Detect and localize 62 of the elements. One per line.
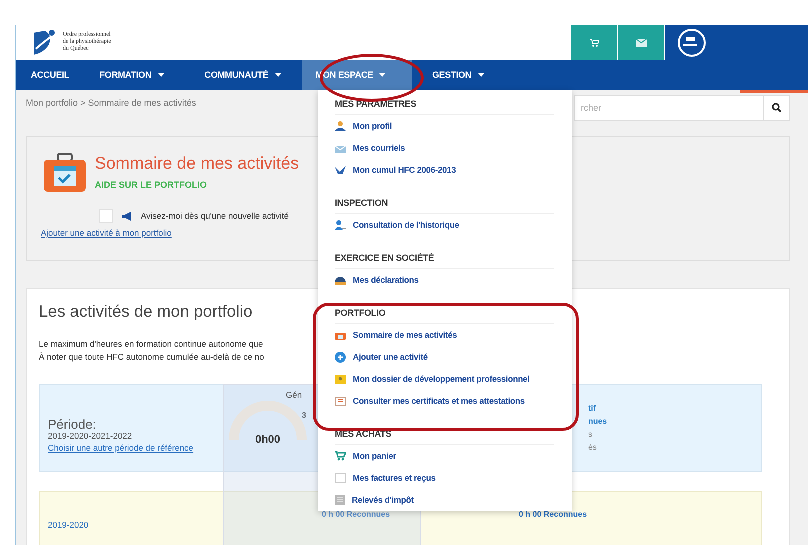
- envelope-icon: [335, 144, 346, 152]
- search-icon: [772, 102, 782, 112]
- table-cell-text: 0 h 00 Reconnues: [519, 510, 588, 519]
- table-cell-text: nues: [588, 416, 608, 428]
- table-cell-text: 0 h 00 Reconnues: [322, 510, 392, 519]
- nav-tab[interactable]: GESTION: [412, 60, 505, 90]
- nav-tab[interactable]: FORMATION: [80, 60, 185, 90]
- note-text: À noter que toute HFC autonome cumulée au-delà de ce no: [39, 351, 264, 364]
- person-icon: [335, 121, 346, 131]
- briefcase-icon: [335, 330, 346, 340]
- cart-icon: [590, 38, 598, 46]
- menu-item[interactable]: Mes courriels: [335, 137, 554, 159]
- gauge-value: 0h00: [255, 434, 281, 446]
- receipt-icon: [335, 473, 346, 483]
- cart-button[interactable]: [571, 25, 618, 60]
- menu-item[interactable]: Relevés d'impôt: [335, 489, 554, 511]
- note-text: Le maximum d'heures en formation continue autonome que: [39, 338, 264, 351]
- period-label: Période:: [48, 418, 98, 430]
- menu-item[interactable]: Mon dossier de développement professionnel: [335, 368, 554, 390]
- document-icon: [335, 495, 345, 505]
- menu-item[interactable]: Mes factures et reçus: [335, 467, 554, 489]
- section-title: Les activités de mon portfolio: [39, 303, 253, 322]
- nav-tab[interactable]: COMMUNAUTÉ: [184, 60, 302, 90]
- menu-item[interactable]: Sommaire de mes activités: [335, 324, 554, 346]
- table-cell-text: s: [588, 429, 594, 441]
- page-title: Sommaire de mes activités: [95, 153, 300, 175]
- search-field[interactable]: rcher: [574, 95, 764, 121]
- accent-bar: [740, 90, 808, 93]
- change-period-link[interactable]: Choisir une autre période de référence: [48, 440, 223, 454]
- menu-item[interactable]: Mes déclarations: [335, 269, 554, 291]
- menu-heading: MES PARAMÈTRES: [335, 94, 554, 115]
- table-cell-text: tif: [588, 403, 598, 415]
- notify-checkbox[interactable]: [99, 209, 113, 223]
- period-years: 2019-2020-2021-2022: [48, 430, 134, 440]
- table-cell: 3: [302, 411, 306, 420]
- menu-heading: EXERCICE EN SOCIÉTÉ: [335, 248, 554, 269]
- menu-item[interactable]: Mon profil: [335, 115, 554, 137]
- nav-tab[interactable]: ACCUEIL: [21, 60, 80, 90]
- menu-item[interactable]: Mon cumul HFC 2006-2013: [335, 159, 554, 181]
- cart-icon: [335, 451, 346, 461]
- megaphone-icon: [121, 212, 133, 220]
- helmet-icon: [335, 275, 346, 285]
- user-icon: [335, 220, 346, 230]
- briefcase-calendar-icon: [43, 153, 87, 193]
- notify-label: Avisez-moi dès qu'une nouvelle activité: [141, 211, 289, 221]
- breadcrumb: Mon portfolio > Sommaire de mes activités: [26, 98, 196, 110]
- year-label: 2019-2020: [47, 519, 90, 530]
- certificate-icon: [335, 396, 346, 406]
- menu-item[interactable]: Consultation de l'historique: [335, 214, 554, 236]
- menu-item[interactable]: Ajouter une activité: [335, 346, 554, 368]
- folder-icon: [335, 374, 346, 384]
- menu-item[interactable]: Consulter mes certificats et mes attestations: [335, 390, 554, 412]
- mail-icon: [636, 38, 646, 46]
- search-button[interactable]: [764, 95, 790, 121]
- add-activity-link[interactable]: Ajouter une activité à mon portfolio: [41, 228, 172, 238]
- mail-button[interactable]: [618, 25, 665, 60]
- column-title: Gén: [286, 390, 302, 400]
- table-cell-text: és: [588, 442, 598, 454]
- plus-circle-icon: [335, 352, 346, 362]
- menu-heading: INSPECTION: [335, 193, 554, 214]
- logo-icon[interactable]: [31, 28, 57, 56]
- menu-item[interactable]: Mon panier: [335, 445, 554, 467]
